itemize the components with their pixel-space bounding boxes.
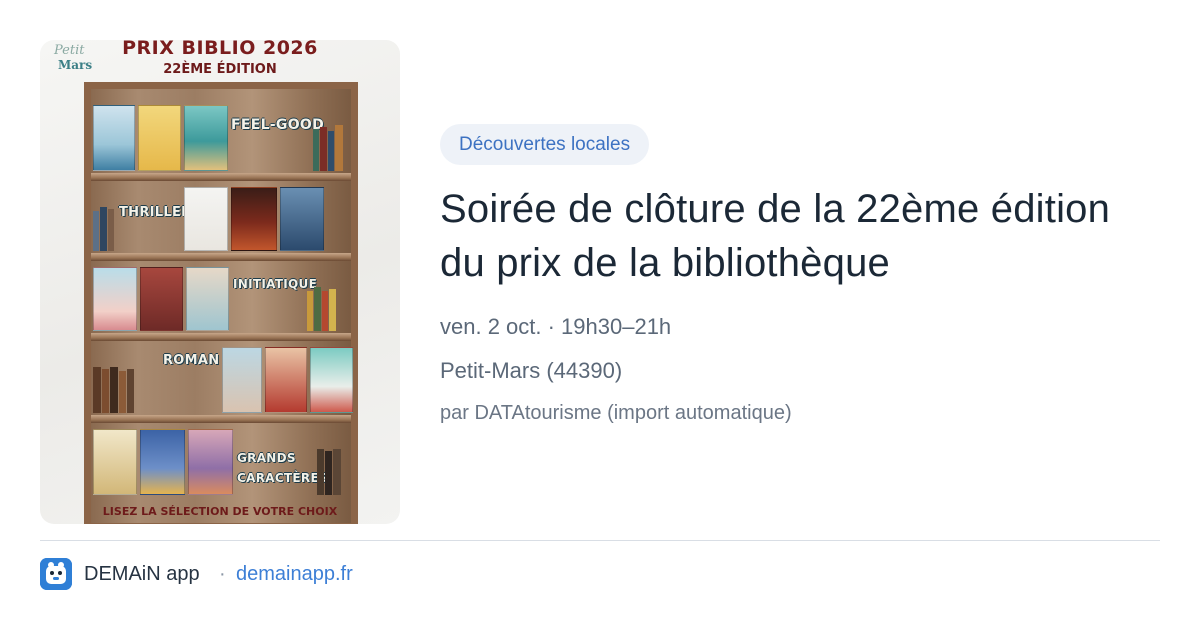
event-source: par DATAtourisme (import automatique) xyxy=(440,402,792,424)
book-cover xyxy=(184,187,228,251)
category-label: THRILLER xyxy=(119,205,192,220)
book-cover xyxy=(138,105,181,171)
event-location: Petit-Mars (44390) xyxy=(440,358,623,383)
footer-divider xyxy=(40,540,1160,541)
book-cover xyxy=(93,267,137,331)
book-cover xyxy=(140,429,185,495)
book-cover xyxy=(184,105,228,171)
category-label: GRANDS xyxy=(237,451,296,465)
book-cover xyxy=(310,347,353,413)
event-title[interactable]: Soirée de clôture de la 22ème édition du… xyxy=(440,182,1140,290)
footer-separator: · xyxy=(219,563,226,585)
category-label: ROMAN xyxy=(163,353,220,368)
category-label: CARACTÈRES xyxy=(237,471,328,485)
book-cover xyxy=(280,187,324,251)
book-cover xyxy=(188,429,233,495)
book-cover xyxy=(93,105,135,171)
poster-edition: 22ÈME ÉDITION xyxy=(163,62,277,77)
book-cover xyxy=(231,187,277,251)
book-cover xyxy=(186,267,229,331)
book-cover xyxy=(222,347,262,413)
book-cover xyxy=(265,347,307,413)
category-label: INITIATIQUE xyxy=(233,277,318,291)
event-poster-image: Petit Mars PRIX BIBLIO 2026 22ÈME ÉDITIO… xyxy=(40,40,400,524)
poster-title: PRIX BIBLIO 2026 xyxy=(122,40,318,59)
book-cover xyxy=(140,267,183,331)
category-label: FEEL-GOOD xyxy=(231,117,325,133)
bookshelf-illustration: FEEL-GOOD THRILLER INITIATIQUE ROMAN GRA… xyxy=(84,82,358,524)
book-cover xyxy=(93,429,137,495)
app-website-link[interactable]: demainapp.fr xyxy=(236,563,353,586)
demain-app-icon xyxy=(40,558,72,590)
category-badge[interactable]: Découvertes locales xyxy=(440,124,650,165)
event-datetime: ven. 2 oct. · 19h30–21h xyxy=(440,314,672,339)
poster-footer: LISEZ LA SÉLECTION DE VOTRE CHOIX xyxy=(102,505,338,518)
app-name: DEMAiN app xyxy=(84,563,200,585)
